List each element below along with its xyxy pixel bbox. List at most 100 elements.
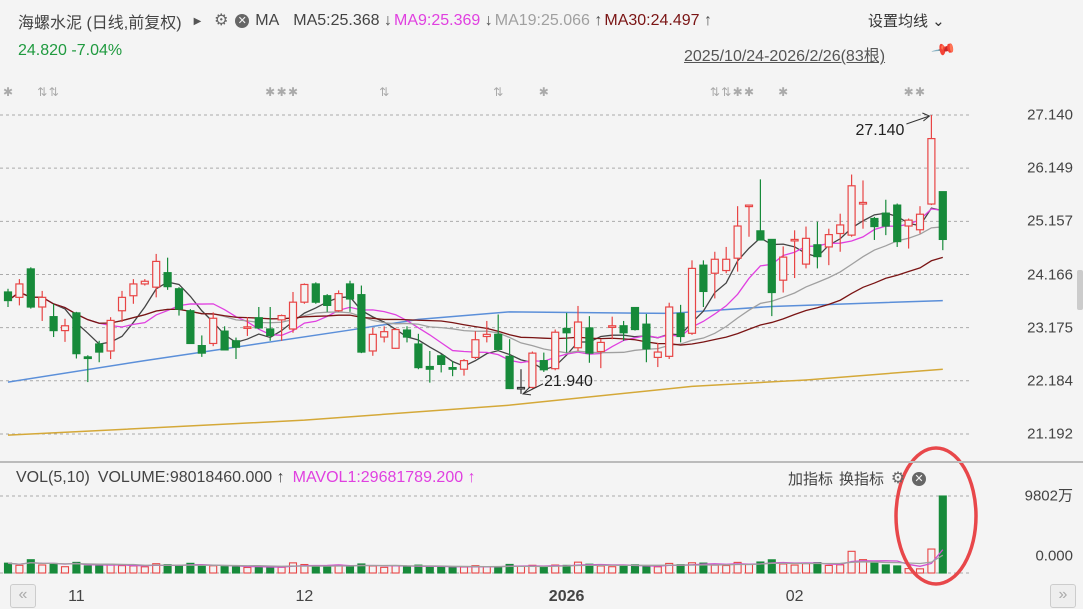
ma-settings-dropdown[interactable]: 设置均线 ⌄ bbox=[868, 10, 945, 31]
candle-body bbox=[152, 260, 161, 288]
gear-icon[interactable]: ⚙ bbox=[213, 13, 229, 29]
scroll-left-button[interactable]: « bbox=[10, 584, 36, 608]
volume-bar bbox=[482, 566, 491, 574]
candle bbox=[402, 326, 412, 343]
volume-bar bbox=[459, 566, 469, 574]
candle-body bbox=[471, 339, 480, 359]
candle-body bbox=[129, 283, 138, 297]
candle bbox=[448, 361, 457, 377]
candle bbox=[539, 352, 548, 372]
close-circle-icon[interactable]: ✕ bbox=[235, 14, 250, 28]
candle bbox=[505, 339, 514, 390]
candle-body bbox=[779, 256, 788, 281]
volume-bar bbox=[402, 566, 412, 574]
volume-bar bbox=[220, 566, 229, 574]
candle-body bbox=[311, 283, 320, 303]
price-tick-label: 22.184 bbox=[1027, 372, 1073, 390]
event-star-icon: ✱ bbox=[904, 85, 914, 99]
volume-bar bbox=[744, 563, 754, 574]
date-tick-label: 02 bbox=[785, 588, 804, 605]
candle bbox=[391, 327, 400, 349]
candle-body bbox=[516, 386, 526, 390]
volume-bar bbox=[380, 566, 389, 574]
stock-title[interactable]: 海螺水泥 (日线,前复权) bbox=[18, 9, 182, 33]
candle bbox=[904, 218, 913, 249]
candle-body bbox=[231, 340, 241, 348]
candle-body bbox=[938, 191, 947, 241]
candle-body bbox=[437, 355, 446, 365]
candle-body bbox=[801, 237, 811, 265]
candle-body bbox=[722, 258, 731, 272]
close-circle-icon[interactable]: ✕ bbox=[912, 471, 927, 486]
candle bbox=[722, 246, 731, 274]
candlestick-chart[interactable]: ✱ ⇅ ⇅ ✱ ✱ ✱ ⇅ ⇅ ✱ ⇅ ⇅ ✱ ✱ ✱ ✱ ✱27.14021.940 bbox=[0, 0, 1083, 609]
candle bbox=[437, 354, 446, 373]
candle bbox=[767, 238, 776, 317]
volume-bar bbox=[790, 564, 799, 574]
ma-item: MA9:25.369 ↓ bbox=[394, 12, 493, 29]
volume-max-label: 9802万 bbox=[1024, 487, 1073, 505]
volume-bar bbox=[573, 561, 583, 574]
candle-body bbox=[585, 327, 594, 354]
ma-item: MA30:24.497 ↑ bbox=[604, 12, 713, 29]
volume-bar bbox=[311, 565, 320, 574]
scroll-right-button[interactable]: » bbox=[1050, 584, 1076, 608]
add-indicator-button[interactable]: 加指标 bbox=[788, 468, 833, 489]
gear-icon[interactable]: ⚙ bbox=[890, 470, 906, 486]
candle bbox=[209, 312, 218, 347]
candle bbox=[323, 294, 332, 312]
volume-bar bbox=[129, 565, 138, 574]
volume-bar bbox=[49, 562, 58, 574]
candle-body bbox=[117, 296, 127, 312]
candle bbox=[117, 290, 127, 323]
event-star-icon: ✱ bbox=[778, 85, 788, 99]
candle bbox=[72, 311, 81, 359]
date-tick-label: 12 bbox=[295, 588, 314, 605]
volume-bar bbox=[608, 566, 617, 574]
candle bbox=[471, 331, 480, 360]
long-ma-line bbox=[7, 368, 943, 436]
candle bbox=[824, 228, 833, 266]
panel-divider[interactable] bbox=[0, 461, 1083, 463]
candle-body bbox=[870, 217, 879, 228]
candle bbox=[49, 303, 58, 338]
event-star-icon: ✱ bbox=[277, 85, 287, 99]
candle bbox=[665, 302, 674, 360]
price-tick-label: 27.140 bbox=[1027, 106, 1073, 124]
candle-body bbox=[414, 343, 423, 369]
candle bbox=[368, 327, 377, 356]
expand-triangle-icon[interactable]: ▶ bbox=[194, 16, 202, 27]
indicator-name: MA bbox=[255, 12, 280, 29]
candle-body bbox=[562, 327, 571, 334]
candle-body bbox=[95, 343, 104, 353]
candle-body bbox=[847, 185, 856, 236]
candle bbox=[254, 307, 263, 329]
candle-body bbox=[824, 233, 833, 248]
candle bbox=[231, 337, 241, 360]
candle-body bbox=[323, 295, 332, 306]
price-change: -7.04% bbox=[71, 42, 123, 59]
candle bbox=[619, 320, 628, 341]
candle-body bbox=[243, 326, 252, 329]
volume-bar bbox=[938, 495, 947, 574]
scrollbar-handle[interactable] bbox=[1077, 270, 1083, 310]
candle-body bbox=[881, 212, 890, 227]
candle bbox=[129, 279, 138, 304]
event-star-icon: ✱ bbox=[733, 85, 743, 99]
candle bbox=[300, 283, 309, 304]
volume-bar bbox=[26, 559, 35, 574]
volume-bar bbox=[642, 565, 651, 574]
candle bbox=[152, 253, 161, 298]
volume-controls: 加指标 换指标 ⚙ ✕ bbox=[788, 468, 927, 489]
candle-body bbox=[391, 328, 400, 349]
switch-indicator-button[interactable]: 换指标 bbox=[839, 468, 884, 489]
volume-bar bbox=[425, 566, 434, 574]
candle bbox=[562, 312, 571, 353]
candle-body bbox=[38, 296, 47, 308]
candle-body bbox=[83, 356, 92, 360]
candle bbox=[790, 230, 799, 279]
date-range-link[interactable]: 2025/10/24-2026/2/26(83根) bbox=[684, 42, 885, 66]
event-updown-icon: ⇅ bbox=[710, 85, 720, 99]
candle-body bbox=[380, 331, 389, 338]
candle-body bbox=[528, 352, 537, 389]
